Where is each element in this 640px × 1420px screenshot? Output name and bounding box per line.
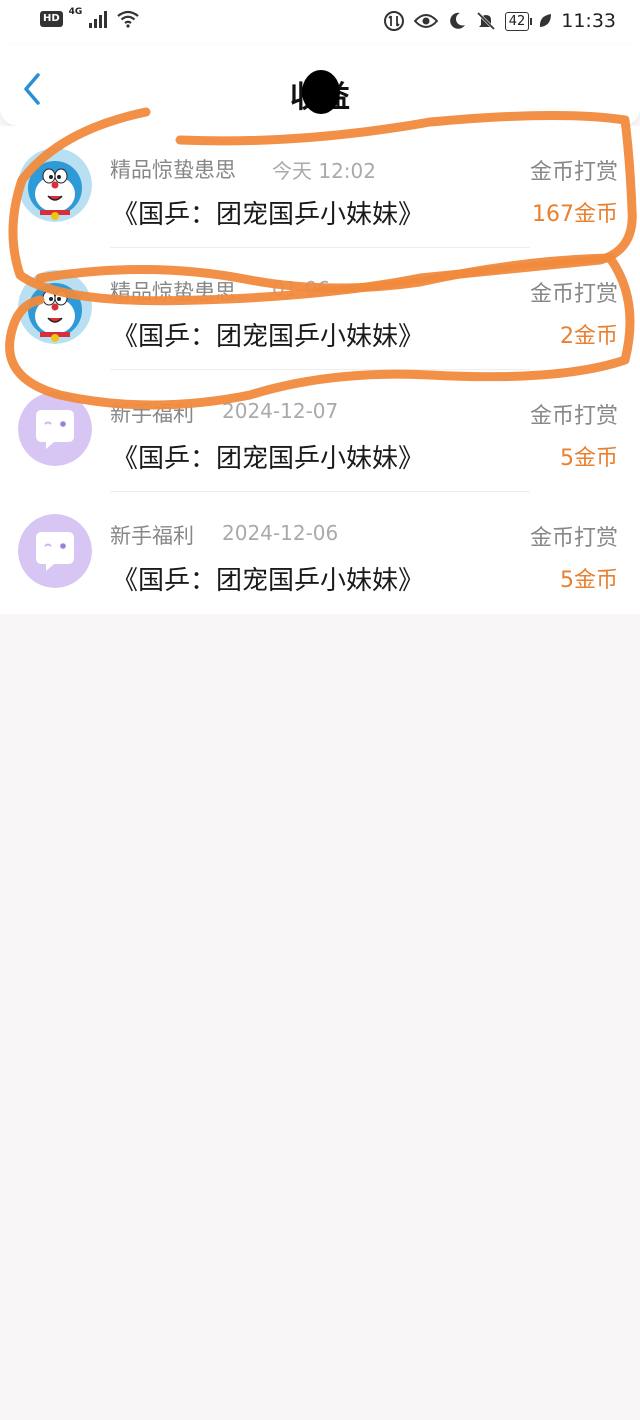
book-title: 《国乒：团宠国乒小妹妹》	[112, 444, 425, 474]
record-source: 精品惊蛰患思	[110, 158, 236, 182]
redaction-mark	[302, 70, 340, 114]
chat-bubble-avatar	[18, 392, 92, 466]
hd-badge: HD	[40, 11, 63, 27]
data-saver-icon	[383, 11, 404, 31]
record-date: 2024-12-06	[222, 521, 339, 545]
list-item[interactable]: 精品惊蛰患思 01-06 金币打赏 《国乒：团宠国乒小妹妹》 2金币	[0, 248, 640, 370]
moon-icon	[449, 12, 465, 29]
signal-icon	[89, 11, 108, 28]
list-item[interactable]: 精品惊蛰患思 今天 12:02 金币打赏 《国乒：团宠国乒小妹妹》 167金币	[0, 126, 640, 248]
bell-off-icon	[476, 11, 495, 31]
record-date: 2024-12-07	[222, 399, 339, 423]
record-kind: 金币打赏	[529, 526, 618, 551]
record-source: 新手福利	[110, 402, 194, 426]
book-title: 《国乒：团宠国乒小妹妹》	[112, 322, 425, 352]
status-right: 42 11:33	[383, 10, 616, 32]
eye-icon	[413, 14, 438, 28]
book-title: 《国乒：团宠国乒小妹妹》	[112, 566, 425, 596]
chat-bubble-avatar	[18, 514, 92, 588]
clock: 11:33	[561, 10, 616, 32]
status-bar: HD 4G 42 11:33	[0, 0, 640, 44]
book-title: 《国乒：团宠国乒小妹妹》	[112, 200, 425, 230]
doraemon-avatar	[18, 148, 92, 222]
record-source: 新手福利	[110, 524, 194, 548]
status-left: HD 4G	[40, 7, 140, 28]
coin-amount: 2金币	[560, 324, 618, 349]
earnings-list: 精品惊蛰患思 今天 12:02 金币打赏 《国乒：团宠国乒小妹妹》 167金币 …	[0, 126, 640, 614]
leaf-icon	[540, 14, 552, 27]
record-source: 精品惊蛰患思	[110, 280, 236, 304]
coin-amount: 5金币	[560, 446, 618, 471]
record-kind: 金币打赏	[529, 282, 618, 307]
doraemon-avatar	[18, 270, 92, 344]
battery-indicator: 42	[504, 11, 532, 31]
list-item[interactable]: 新手福利 2024-12-07 金币打赏 《国乒：团宠国乒小妹妹》 5金币	[0, 370, 640, 492]
record-date: 01-06	[272, 277, 331, 301]
list-item[interactable]: 新手福利 2024-12-06 金币打赏 《国乒：团宠国乒小妹妹》 5金币	[0, 492, 640, 614]
record-date: 今天 12:02	[272, 159, 376, 183]
record-kind: 金币打赏	[529, 160, 618, 185]
coin-amount: 167金币	[532, 202, 618, 227]
record-kind: 金币打赏	[529, 404, 618, 429]
network-type: 4G	[68, 7, 83, 17]
wifi-icon	[117, 10, 140, 28]
coin-amount: 5金币	[560, 568, 618, 593]
page-header: 收益	[0, 44, 640, 126]
